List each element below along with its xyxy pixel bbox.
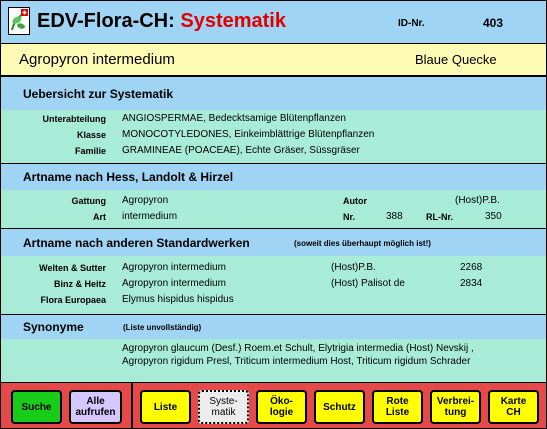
overview-header: Uebersicht zur Systematik <box>1 76 546 111</box>
rote-liste-button[interactable]: Rote Liste <box>372 390 423 424</box>
synonyme-note: (Liste unvollständig) <box>123 323 202 332</box>
standard-number: 2834 <box>460 278 483 289</box>
hess-body: Gattung Agropyron Autor (Host)P.B. Art i… <box>1 190 546 228</box>
autor-value: (Host)P.B. <box>455 195 500 206</box>
alle-aufrufen-button[interactable]: Alle aufrufen <box>69 390 122 424</box>
overview-value: MONOCOTYLEDONES, Einkeimblättrige Blüten… <box>122 129 375 140</box>
synonyme-line: Agropyron rigidum Presl, Triticum interm… <box>122 356 471 367</box>
synonyme-heading: Synonyme <box>23 320 84 334</box>
systematik-button[interactable]: Syste- matik <box>198 390 249 424</box>
standard-name: Agropyron intermedium <box>122 262 226 273</box>
app-logo-icon <box>8 7 30 35</box>
nr-value: 388 <box>386 211 403 222</box>
standard-number: 2268 <box>460 262 483 273</box>
id-value: 403 <box>483 16 504 30</box>
synonyme-line: Agropyron glaucum (Desf.) Roem.et Schult… <box>122 343 474 354</box>
standard-label: Flora Europaea <box>40 295 106 305</box>
standard-note: (soweit dies überhaupt möglich ist!) <box>294 239 431 248</box>
standard-name: Agropyron intermedium <box>122 278 226 289</box>
species-name: Agropyron intermedium <box>19 51 175 68</box>
overview-label: Unterabteilung <box>42 114 106 124</box>
id-label: ID-Nr. <box>398 18 425 29</box>
overview-value: ANGIOSPERMAE, Bedecktsamige Blütenpflanz… <box>122 113 346 124</box>
standard-label: Binz & Heitz <box>53 279 106 289</box>
oekologie-button[interactable]: Öko- logie <box>256 390 307 424</box>
hess-header: Artname nach Hess, Landolt & Hirzel <box>1 163 546 191</box>
art-value: intermedium <box>122 211 178 222</box>
app-window: EDV-Flora-CH: Systematik ID-Nr. 403 Agro… <box>0 0 547 429</box>
art-label: Art <box>93 212 106 222</box>
nr-label: Nr. <box>343 212 356 222</box>
standard-header: Artname nach anderen Standardwerken (sow… <box>1 228 546 257</box>
synonyme-header: Synonyme (Liste unvollständig) <box>1 314 546 340</box>
hess-heading: Artname nach Hess, Landolt & Hirzel <box>23 170 234 184</box>
overview-label: Klasse <box>76 130 106 140</box>
schutz-button[interactable]: Schutz <box>314 390 365 424</box>
rl-label: RL-Nr. <box>426 212 453 222</box>
standard-author: (Host) Palisot de <box>331 278 405 289</box>
common-name: Blaue Quecke <box>415 52 497 67</box>
karte-ch-button[interactable]: Karte CH <box>488 390 539 424</box>
overview-body: Unterabteilung ANGIOSPERMAE, Bedecktsami… <box>1 110 546 163</box>
autor-label: Autor <box>343 196 367 206</box>
toolbar-divider <box>131 383 133 428</box>
standard-label: Welten & Sutter <box>39 263 106 273</box>
standard-name: Elymus hispidus hispidus <box>122 294 234 305</box>
overview-label: Familie <box>74 146 106 156</box>
synonyme-body: Agropyron glaucum (Desf.) Roem.et Schult… <box>1 339 546 382</box>
standard-author: (Host)P.B. <box>331 262 376 273</box>
app-title: EDV-Flora-CH: Systematik <box>37 10 286 33</box>
gattung-label: Gattung <box>71 196 107 206</box>
species-bar: Agropyron intermedium Blaue Quecke <box>1 44 546 76</box>
gattung-value: Agropyron <box>122 195 169 206</box>
overview-value: GRAMINEAE (POACEAE), Echte Gräser, Süssg… <box>122 145 360 156</box>
liste-button[interactable]: Liste <box>140 390 191 424</box>
verbreitung-button[interactable]: Verbrei- tung <box>430 390 481 424</box>
title-bar: EDV-Flora-CH: Systematik ID-Nr. 403 <box>1 1 546 44</box>
standard-heading: Artname nach anderen Standardwerken <box>23 236 250 250</box>
standard-body: Welten & Sutter Agropyron intermedium (H… <box>1 256 546 314</box>
overview-heading: Uebersicht zur Systematik <box>23 87 174 101</box>
section-title: Systematik <box>180 10 286 32</box>
app-name: EDV-Flora-CH: <box>37 10 175 32</box>
bottom-toolbar: Suche Alle aufrufen Liste Syste- matik Ö… <box>1 382 546 428</box>
rl-value: 350 <box>485 211 502 222</box>
suche-button[interactable]: Suche <box>11 390 62 424</box>
